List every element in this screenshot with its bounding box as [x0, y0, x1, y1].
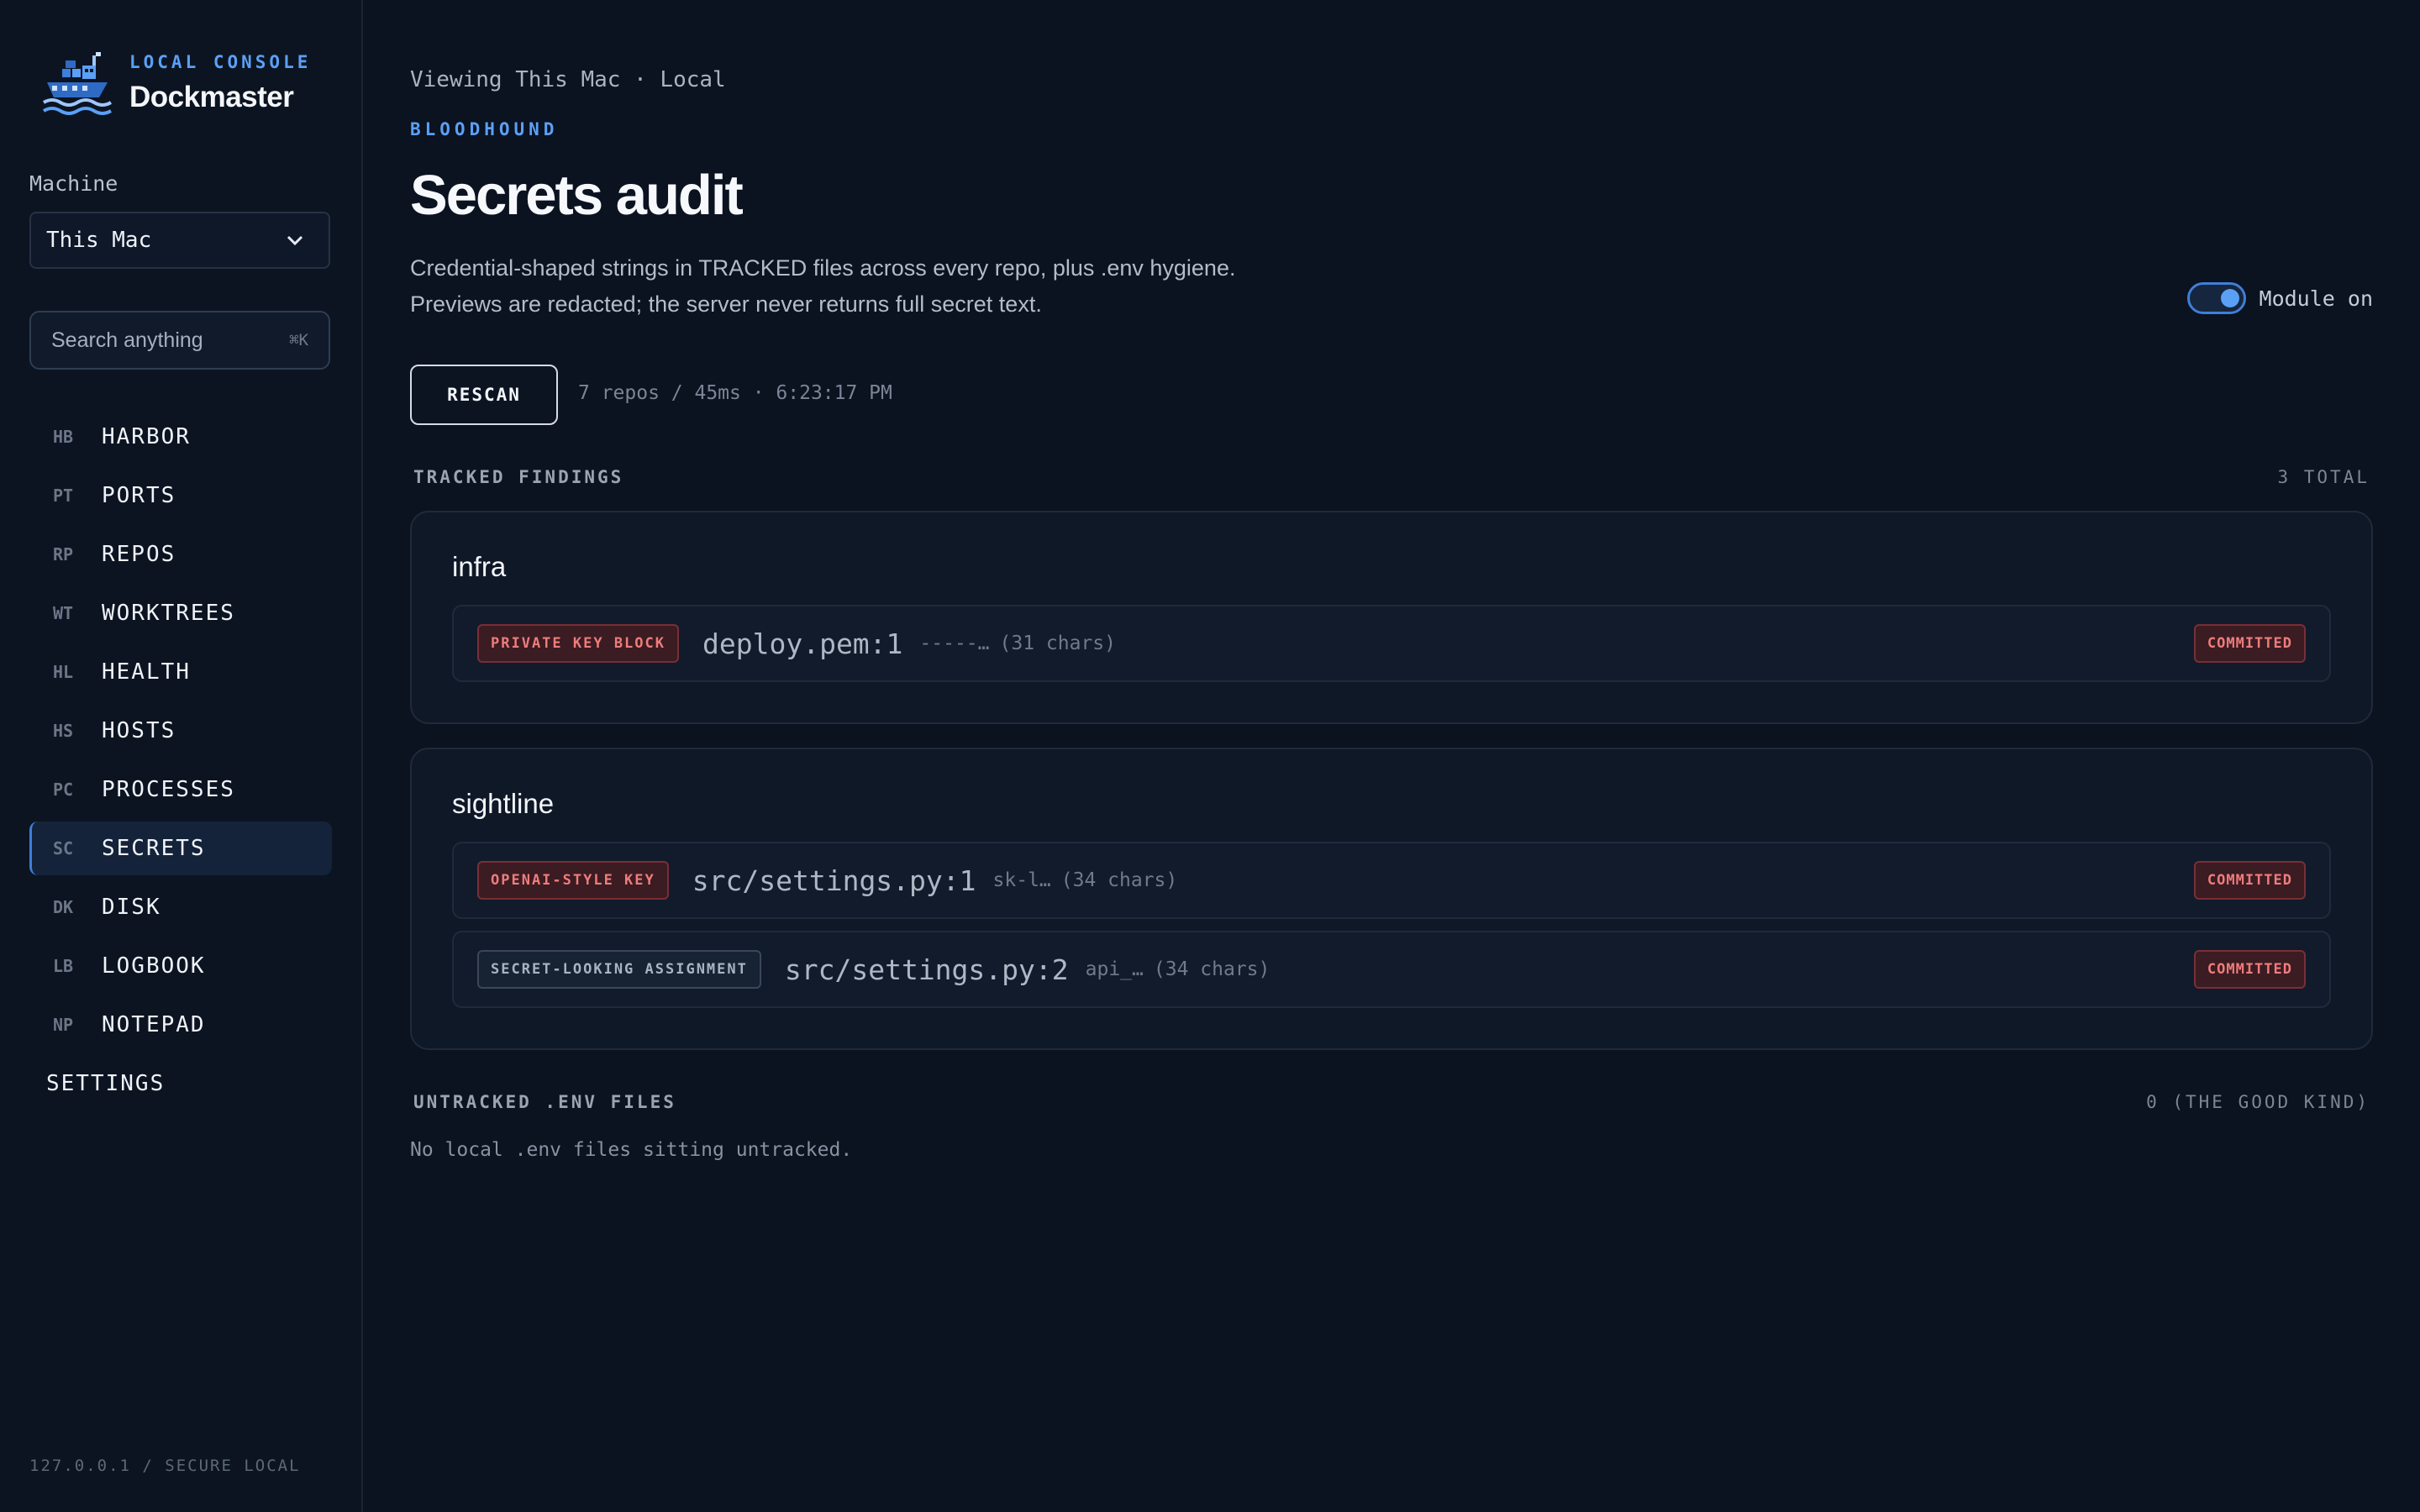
brand[interactable]: LOCAL CONSOLE Dockmaster	[40, 49, 311, 121]
page-description: Credential-shaped strings in TRACKED fil…	[410, 250, 1418, 323]
finding-preview: api_…	[1085, 958, 1144, 980]
rescan-button[interactable]: RESCAN	[410, 365, 558, 425]
module-toggle[interactable]: Module on	[2186, 282, 2373, 314]
nav-abbr: LB	[53, 956, 74, 976]
finding-path[interactable]: src/settings.py:2	[785, 953, 1069, 986]
finding-type-badge: OPENAI-STYLE KEY	[477, 861, 669, 900]
nav-abbr: SC	[53, 838, 74, 858]
nav-label: REPOS	[102, 542, 176, 567]
nav-label: PROCESSES	[102, 777, 235, 802]
finding-path[interactable]: deploy.pem:1	[702, 627, 902, 660]
search-shortcut: ⌘K	[289, 331, 308, 349]
sidebar-item-disk[interactable]: DK DISK	[29, 880, 332, 934]
nav-label: DISK	[102, 895, 161, 920]
repo-name: infra	[452, 551, 507, 582]
nav-abbr: WT	[53, 603, 74, 623]
sidebar-item-ports[interactable]: PT PORTS	[29, 469, 332, 522]
finding-path[interactable]: src/settings.py:1	[692, 864, 976, 897]
scan-meta: 7 repos / 45ms · 6:23:17 PM	[578, 382, 892, 404]
nav-abbr: PT	[53, 486, 74, 506]
search-input[interactable]: Search anything ⌘K	[29, 311, 330, 370]
sidebar-item-processes[interactable]: PC PROCESSES	[29, 763, 332, 816]
nav-label: WORKTREES	[102, 601, 235, 626]
search-placeholder: Search anything	[51, 328, 203, 352]
finding-row[interactable]: OPENAI-STYLE KEY src/settings.py:1 sk-l……	[452, 842, 2331, 919]
toggle-switch[interactable]	[2186, 282, 2246, 314]
sidebar-item-secrets[interactable]: SC SECRETS	[29, 822, 332, 875]
untracked-env-header: UNTRACKED .ENV FILES 0 (THE GOOD KIND)	[413, 1092, 2370, 1112]
nav-abbr: NP	[53, 1015, 74, 1035]
ship-logo-icon	[42, 52, 113, 115]
breadcrumb: Viewing This Mac · Local	[410, 67, 726, 92]
nav-abbr: HL	[53, 662, 74, 682]
finding-length: (34 chars)	[1060, 869, 1178, 891]
toggle-knob	[2220, 289, 2239, 307]
nav-label: HARBOR	[102, 424, 191, 449]
brand-text: LOCAL CONSOLE Dockmaster	[129, 49, 311, 114]
nav-abbr: DK	[53, 897, 74, 917]
nav-label: HOSTS	[102, 718, 176, 743]
nav-label: LOGBOOK	[102, 953, 206, 979]
nav-label: SECRETS	[102, 836, 206, 861]
tracked-findings-header: TRACKED FINDINGS 3 TOTAL	[413, 467, 2370, 487]
sidebar-item-health[interactable]: HL HEALTH	[29, 645, 332, 699]
section-title: TRACKED FINDINGS	[413, 467, 624, 487]
page-title: Secrets audit	[410, 164, 744, 227]
section-count: 3 TOTAL	[2277, 467, 2370, 487]
finding-row[interactable]: PRIVATE KEY BLOCK deploy.pem:1 -----… (3…	[452, 605, 2331, 682]
brand-eyebrow: LOCAL CONSOLE	[129, 52, 312, 72]
finding-type-badge: SECRET-LOOKING ASSIGNMENT	[477, 950, 761, 989]
status-badge: COMMITTED	[2193, 950, 2306, 989]
nav-abbr: PC	[53, 780, 74, 800]
machine-label: Machine	[29, 171, 118, 196]
repo-group-sightline: sightline OPENAI-STYLE KEY src/settings.…	[410, 748, 2373, 1050]
finding-row[interactable]: SECRET-LOOKING ASSIGNMENT src/settings.p…	[452, 931, 2331, 1008]
brand-name: Dockmaster	[129, 81, 294, 113]
nav-abbr: HS	[53, 721, 74, 741]
status-badge: COMMITTED	[2193, 861, 2306, 900]
sidebar-item-repos[interactable]: RP REPOS	[29, 528, 332, 581]
finding-preview: sk-l…	[992, 869, 1051, 891]
nav-abbr: RP	[53, 544, 74, 564]
description-line: Previews are redacted; the server never …	[410, 291, 1042, 317]
sidebar-item-logbook[interactable]: LB LOGBOOK	[29, 939, 332, 993]
finding-type-badge: PRIVATE KEY BLOCK	[477, 624, 679, 663]
section-title: UNTRACKED .ENV FILES	[413, 1092, 676, 1112]
finding-length: (34 chars)	[1153, 958, 1270, 980]
host-footer: 127.0.0.1 / SECURE LOCAL	[29, 1457, 301, 1475]
nav-label: NOTEPAD	[102, 1012, 206, 1037]
nav-abbr: HB	[53, 427, 74, 447]
chevron-down-icon	[287, 235, 303, 246]
section-count: 0 (THE GOOD KIND)	[2146, 1092, 2370, 1112]
empty-state-message: No local .env files sitting untracked.	[410, 1139, 853, 1161]
module-eyebrow: BLOODHOUND	[410, 119, 559, 139]
nav-label: SETTINGS	[46, 1071, 166, 1096]
repo-name: sightline	[452, 788, 555, 819]
finding-length: (31 chars)	[999, 633, 1116, 654]
toggle-label: Module on	[2259, 286, 2373, 311]
sidebar-item-notepad[interactable]: NP NOTEPAD	[29, 998, 332, 1052]
description-line: Credential-shaped strings in TRACKED fil…	[410, 255, 1236, 281]
sidebar-nav: HB HARBOR PT PORTS RP REPOS WT WORKTREES…	[29, 410, 332, 1116]
finding-preview: -----…	[919, 633, 990, 654]
nav-label: HEALTH	[102, 659, 191, 685]
nav-label: PORTS	[102, 483, 176, 508]
sidebar-item-hosts[interactable]: HS HOSTS	[29, 704, 332, 758]
status-badge: COMMITTED	[2193, 624, 2306, 663]
sidebar-item-settings[interactable]: SETTINGS	[29, 1057, 332, 1110]
machine-select[interactable]: This Mac	[29, 212, 330, 269]
machine-selected-value: This Mac	[46, 228, 152, 253]
sidebar: LOCAL CONSOLE Dockmaster Machine This Ma…	[0, 0, 363, 1512]
sidebar-item-worktrees[interactable]: WT WORKTREES	[29, 586, 332, 640]
repo-group-infra: infra PRIVATE KEY BLOCK deploy.pem:1 ---…	[410, 511, 2373, 724]
sidebar-item-harbor[interactable]: HB HARBOR	[29, 410, 332, 464]
